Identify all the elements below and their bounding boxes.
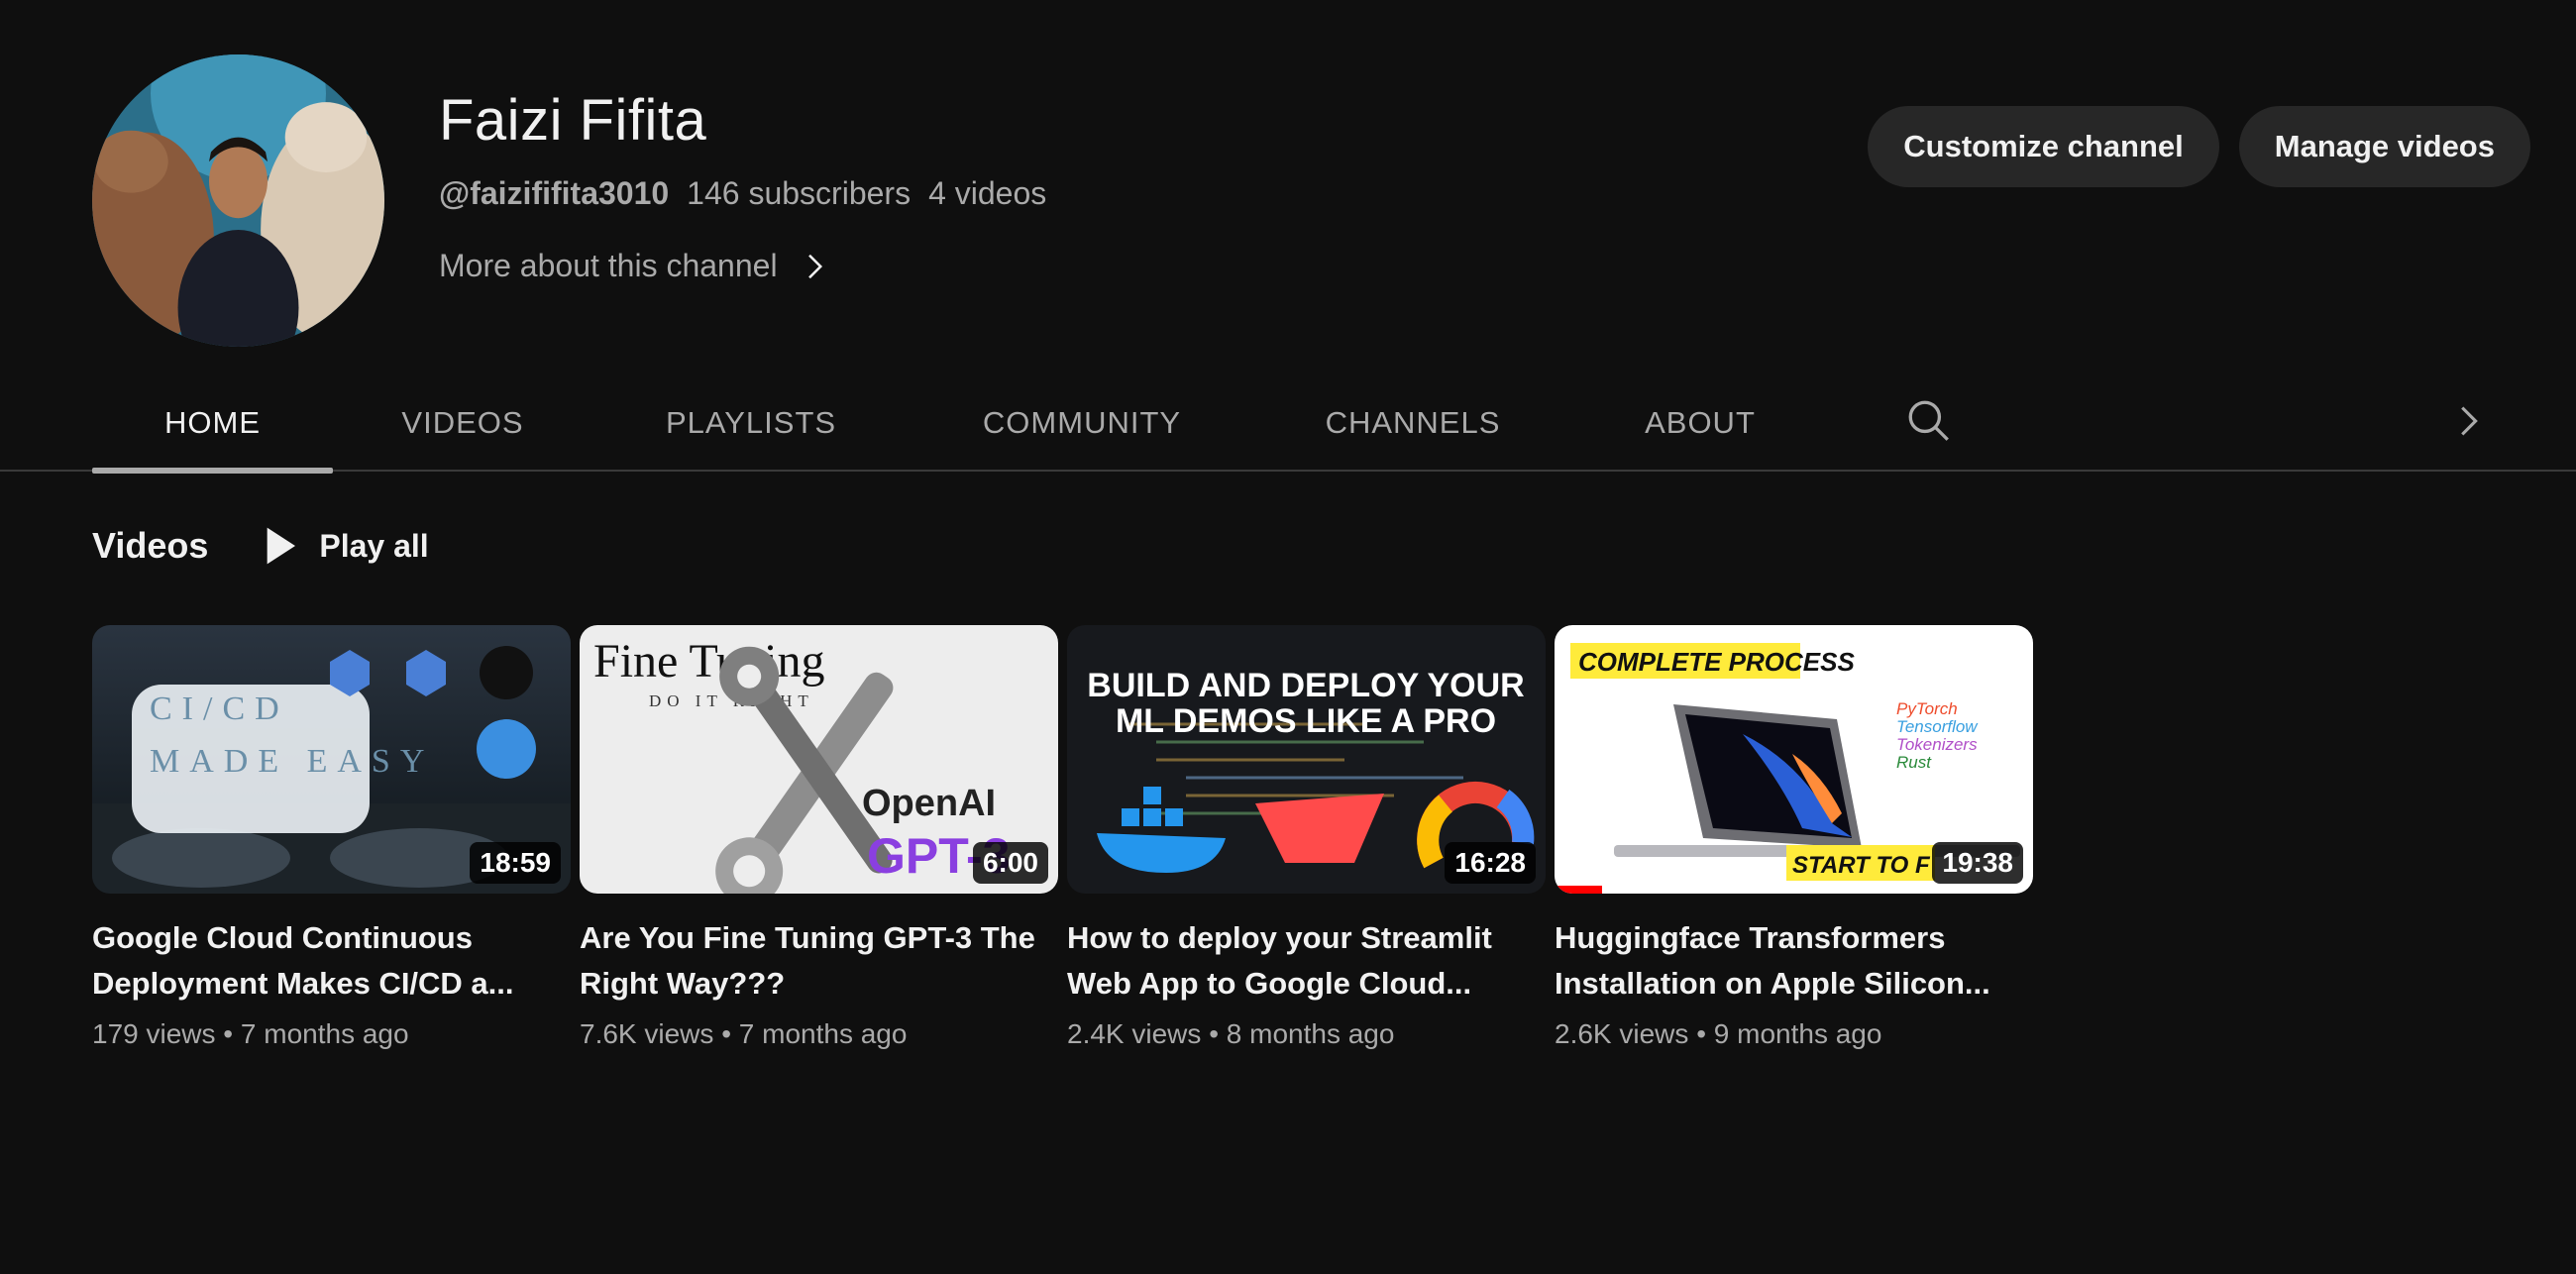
play-icon	[268, 527, 296, 565]
thumb-text-line2: MADE EASY	[150, 743, 434, 780]
video-views: 2.4K views	[1067, 1018, 1202, 1049]
customize-channel-button[interactable]: Customize channel	[1868, 106, 2219, 187]
video-title[interactable]: Huggingface Transformers Installation on…	[1555, 915, 2020, 1007]
channel-meta: @faizififita3010 146 subscribers 4 video…	[439, 175, 1046, 212]
play-all-label: Play all	[319, 527, 429, 564]
thumb-text-line6: START TO F	[1792, 852, 1931, 879]
video-grid: CI/CD MADE EASY 18:59 Google Cloud Conti…	[92, 625, 2033, 1050]
avatar-image	[92, 54, 384, 347]
channel-handle: @faizififita3010	[439, 175, 670, 211]
subscriber-count: 146 subscribers	[687, 175, 912, 211]
video-age: 7 months ago	[738, 1018, 908, 1049]
tab-home[interactable]: HOME	[92, 374, 333, 474]
meta-dot: •	[721, 1018, 739, 1049]
more-about-label: More about this channel	[439, 248, 778, 283]
video-meta: 2.6K views • 9 months ago	[1555, 1018, 2033, 1050]
thumb-text-line1: BUILD AND DEPLOY YOUR	[1087, 667, 1524, 704]
more-about-link[interactable]: More about this channel	[439, 248, 1046, 284]
meta-dot: •	[1209, 1018, 1227, 1049]
meta-dot: •	[223, 1018, 241, 1049]
video-title[interactable]: Google Cloud Continuous Deployment Makes…	[92, 915, 558, 1007]
thumb-text-line3: Tensorflow	[1896, 717, 1979, 736]
channel-info: Faizi Fifita @faizififita3010 146 subscr…	[439, 87, 1046, 284]
thumb-text-line1: COMPLETE PROCESS	[1578, 647, 1855, 677]
video-age: 7 months ago	[240, 1018, 409, 1049]
video-views: 2.6K views	[1555, 1018, 1689, 1049]
video-duration: 19:38	[1932, 842, 2023, 884]
video-meta: 2.4K views • 8 months ago	[1067, 1018, 1546, 1050]
video-thumbnail[interactable]: COMPLETE PROCESS PyTorch Tensorflow Toke…	[1555, 625, 2033, 894]
channel-name: Faizi Fifita	[439, 88, 707, 153]
video-card[interactable]: BUILD AND DEPLOY YOUR ML DEMOS LIKE A PR…	[1067, 625, 1546, 1050]
video-title[interactable]: Are You Fine Tuning GPT-3 The Right Way?…	[580, 915, 1045, 1007]
video-title[interactable]: How to deploy your Streamlit Web App to …	[1067, 915, 1533, 1007]
video-age: 9 months ago	[1713, 1018, 1882, 1049]
chevron-right-icon[interactable]	[2445, 398, 2491, 444]
tab-about[interactable]: ABOUT	[1613, 374, 1787, 472]
video-duration: 16:28	[1445, 842, 1536, 884]
search-icon[interactable]	[1904, 396, 1954, 446]
video-card[interactable]: Fine Tuning DO IT RIGHT OpenAI GPT-3 6:0…	[580, 625, 1058, 1050]
video-meta: 7.6K views • 7 months ago	[580, 1018, 1058, 1050]
video-views: 179 views	[92, 1018, 216, 1049]
video-card[interactable]: CI/CD MADE EASY 18:59 Google Cloud Conti…	[92, 625, 571, 1050]
video-age: 8 months ago	[1226, 1018, 1395, 1049]
video-meta: 179 views • 7 months ago	[92, 1018, 571, 1050]
thumb-text-line2: ML DEMOS LIKE A PRO	[1116, 702, 1496, 740]
meta-dot: •	[1696, 1018, 1714, 1049]
video-count: 4 videos	[928, 175, 1047, 211]
header-actions: Customize channel Manage videos	[1868, 106, 2530, 187]
thumb-text-line1: CI/CD	[150, 690, 289, 727]
section-title: Videos	[92, 525, 209, 566]
tab-community[interactable]: COMMUNITY	[951, 374, 1213, 472]
thumb-text-line1: Fine Tuning	[593, 635, 824, 688]
video-thumbnail[interactable]: BUILD AND DEPLOY YOUR ML DEMOS LIKE A PR…	[1067, 625, 1546, 894]
thumb-text-line5: Rust	[1896, 753, 1932, 772]
tab-videos[interactable]: VIDEOS	[333, 374, 592, 472]
thumb-text-line3: OpenAI	[862, 783, 996, 824]
video-thumbnail[interactable]: Fine Tuning DO IT RIGHT OpenAI GPT-3 6:0…	[580, 625, 1058, 894]
video-card[interactable]: COMPLETE PROCESS PyTorch Tensorflow Toke…	[1555, 625, 2033, 1050]
play-all-button[interactable]: Play all	[264, 526, 429, 566]
video-views: 7.6K views	[580, 1018, 714, 1049]
chevron-right-icon	[807, 254, 822, 278]
watch-progress-bar	[1555, 886, 1603, 894]
thumb-text-line4: Tokenizers	[1896, 735, 1978, 754]
tab-channels[interactable]: CHANNELS	[1288, 374, 1538, 472]
channel-avatar[interactable]	[92, 54, 384, 347]
video-thumbnail[interactable]: CI/CD MADE EASY 18:59	[92, 625, 571, 894]
thumb-text-line2: PyTorch	[1896, 699, 1958, 718]
channel-tabs: HOME VIDEOS PLAYLISTS COMMUNITY CHANNELS…	[0, 374, 2576, 474]
tab-playlists[interactable]: PLAYLISTS	[626, 374, 876, 472]
manage-videos-button[interactable]: Manage videos	[2238, 106, 2530, 187]
video-duration: 18:59	[470, 842, 561, 884]
videos-section-header: Videos Play all	[92, 525, 429, 567]
video-duration: 6:00	[972, 842, 1048, 884]
